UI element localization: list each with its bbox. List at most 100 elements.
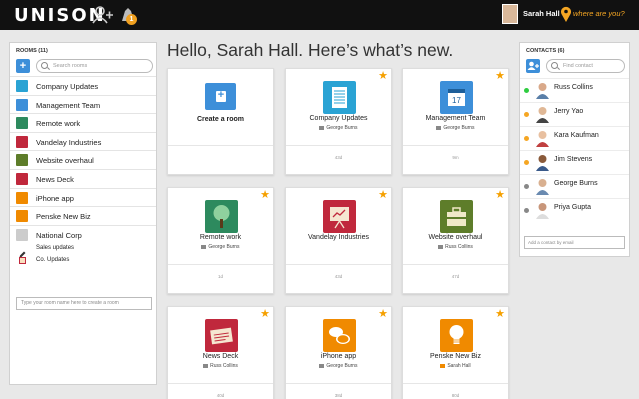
card-footer: 1d [168,264,273,293]
star-icon[interactable]: ★ [260,309,270,320]
search-icon [41,62,48,69]
room-card[interactable]: ★ 17 Management Team George Burns 9m [402,68,509,175]
avatar [535,81,550,99]
contact-item[interactable]: Jerry Yao [520,102,629,125]
room-card-title: Management Team [425,115,486,122]
news-icon [16,172,28,185]
room-list-item[interactable]: Company Updates [10,76,156,95]
room-card[interactable]: ★ Remote work George Burns 1d [167,187,274,294]
calendar-icon [16,98,28,111]
room-sub-item[interactable]: Sales updates [10,243,156,258]
room-card[interactable]: ★ Vandelay Industries 43d [285,187,392,294]
create-room-card[interactable]: Create a room [167,68,274,175]
toolbox-icon [440,200,473,233]
new-room-input[interactable]: Type your room name here to create a roo… [16,297,152,310]
owner-icon [438,244,444,249]
room-card-owner: Russ Collins [403,244,508,250]
room-list-item[interactable]: Remote work [10,113,156,132]
room-list-item[interactable]: Website overhaul [10,150,156,169]
room-card-owner: George Burns [403,125,508,131]
rooms-panel: ROOMS (11) + Search rooms Company Update… [9,42,157,385]
pencil-icon [19,245,26,258]
newspaper-icon [16,80,28,92]
add-contact-input[interactable]: Add a contact by email [524,236,625,249]
star-icon[interactable]: ★ [378,71,388,82]
status-dot [524,88,529,93]
card-footer: 43d [286,145,391,174]
newspaper-icon [323,81,356,114]
room-card[interactable]: ★ News Deck Russ Collins 40d [167,306,274,399]
contact-item[interactable]: Priya Gupta [520,198,629,221]
card-footer: 47d [403,264,508,293]
tree-icon [16,117,28,130]
avatar [535,201,550,219]
owner-icon [436,125,442,130]
rooms-panel-title: ROOMS (11) [16,48,48,54]
room-list-item[interactable]: iPhone app [10,187,156,207]
room-card-owner: George Burns [168,244,273,250]
contacts-panel-title: CONTACTS (6) [526,48,565,54]
status-dot [524,136,529,141]
contacts-panel: CONTACTS (6) Find contact Russ Collins J… [519,42,630,257]
chat-bubbles-icon [323,319,356,352]
status-dot [524,160,529,165]
star-icon[interactable]: ★ [378,309,388,320]
room-card[interactable]: ★ iPhone app George Burns 38d [285,306,392,399]
lightbulb-icon [440,319,473,352]
star-icon[interactable]: ★ [260,190,270,201]
owner-icon [201,244,207,249]
top-bar: UNISON 1 Sarah Hall where are you? [0,0,639,30]
star-icon[interactable]: ★ [495,71,505,82]
avatar [535,105,550,123]
tree-icon [205,200,238,233]
user-name[interactable]: Sarah Hall [523,9,560,18]
card-footer: 38d [286,383,391,399]
location-pin-icon[interactable] [560,5,572,25]
room-list-item[interactable]: National Corp [10,224,156,244]
add-contact-button[interactable] [526,59,540,73]
room-card-owner: George Burns [286,125,391,131]
svg-text:17: 17 [452,96,461,105]
room-list-item[interactable]: Penske New Biz [10,206,156,225]
user-avatar[interactable] [502,4,518,24]
contact-item[interactable]: Kara Kaufman [520,126,629,149]
create-room-icon [205,83,236,110]
avatar [535,177,550,195]
room-list-item[interactable]: Vandelay Industries [10,131,156,151]
room-card-title: Company Updates [309,115,368,122]
chat-bubbles-icon [16,191,28,204]
room-card-owner: George Burns [286,363,391,369]
room-list: Company Updates Management Team Remote w… [10,76,156,267]
contact-item[interactable]: George Burns [520,174,629,197]
search-icon [551,62,558,69]
star-icon[interactable]: ★ [378,190,388,201]
where-are-you-link[interactable]: where are you? [573,9,625,18]
room-list-item[interactable]: Management Team [10,94,156,114]
news-icon [205,319,238,352]
card-footer [168,145,273,174]
room-sub-item[interactable]: Co. Updates [10,255,156,267]
room-card[interactable]: ★ Website overhaul Russ Collins 47d [402,187,509,294]
star-icon[interactable]: ★ [495,309,505,320]
room-search-input[interactable]: Search rooms [36,59,153,73]
avatar [535,129,550,147]
star-icon[interactable]: ★ [495,190,505,201]
room-card[interactable]: ★ Penske New Biz Sarah Hall 80d [402,306,509,399]
status-dot [524,184,529,189]
contacts-icon[interactable] [92,5,114,25]
room-list-item[interactable]: News Deck [10,168,156,188]
notification-badge: 1 [126,14,137,25]
room-card-title: Penske New Biz [430,353,481,360]
owner-icon [319,363,325,368]
room-card-title: Remote work [199,234,242,241]
newspaper-icon [19,257,26,265]
card-footer: 40d [168,383,273,399]
room-card[interactable]: ★ Company Updates George Burns 43d [285,68,392,175]
card-footer: 43d [286,264,391,293]
contact-item[interactable]: Russ Collins [520,78,629,101]
avatar [535,153,550,171]
add-room-button[interactable]: + [16,59,30,73]
contact-search-input[interactable]: Find contact [546,59,625,73]
contact-item[interactable]: Jim Stevens [520,150,629,173]
create-room-label: Create a room [196,116,245,123]
